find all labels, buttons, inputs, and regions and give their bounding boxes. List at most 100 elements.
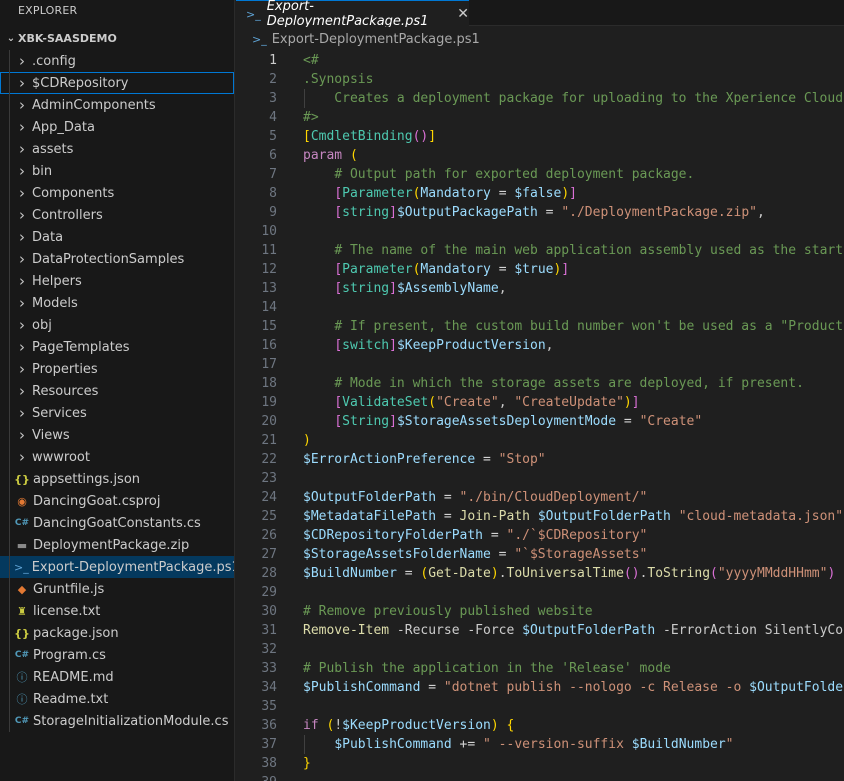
tree-item[interactable]: C# DancingGoatConstants.cs	[0, 512, 234, 534]
tree-item[interactable]: › assets	[0, 138, 234, 160]
code-text: [String]$StorageAssetsDeploymentMode = "…	[277, 412, 702, 431]
tree-item[interactable]: {} appsettings.json	[0, 468, 234, 490]
code-line[interactable]: 7 # Output path for exported deployment …	[236, 165, 844, 184]
indent-guide	[9, 424, 10, 446]
code-line[interactable]: 17	[236, 355, 844, 374]
code-line[interactable]: 11 # The name of the main web applicatio…	[236, 241, 844, 260]
tree-item[interactable]: {} package.json	[0, 622, 234, 644]
code-line[interactable]: 39	[236, 773, 844, 781]
code-line[interactable]: 2 .Synopsis	[236, 70, 844, 89]
code-token: "./`$CDRepository"	[506, 528, 648, 543]
breadcrumb-file[interactable]: Export-DeploymentPackage.ps1	[272, 32, 480, 47]
tree-item[interactable]: › wwwroot	[0, 446, 234, 468]
tree-item[interactable]: › App_Data	[0, 116, 234, 138]
breadcrumb[interactable]: >_ Export-DeploymentPackage.ps1	[236, 27, 844, 51]
code-token: Mandatory	[420, 186, 491, 201]
tree-item[interactable]: › .config	[0, 50, 234, 72]
chevron-right-icon: ›	[19, 448, 25, 466]
code-line[interactable]: 13 [string]$AssemblyName,	[236, 279, 844, 298]
code-text: $BuildNumber = (Get-Date).ToUniversalTim…	[277, 564, 835, 583]
code-token: -Recurse -Force	[389, 623, 523, 638]
code-token: Parameter	[342, 186, 413, 201]
code-text: [Parameter(Mandatory = $false)]	[277, 184, 577, 203]
code-editor[interactable]: 1 <# 2 .Synopsis 3 Creates a deployment pack…	[236, 51, 844, 781]
code-line[interactable]: 38}	[236, 754, 844, 773]
tree-item[interactable]: › PageTemplates	[0, 336, 234, 358]
code-line[interactable]: 6 param (	[236, 146, 844, 165]
tree-item[interactable]: › AdminComponents	[0, 94, 234, 116]
tree-item-label: .config	[32, 53, 76, 69]
tree-item[interactable]: ▬ DeploymentPackage.zip	[0, 534, 234, 556]
tree-item[interactable]: › Properties	[0, 358, 234, 380]
tree-item[interactable]: › Models	[0, 292, 234, 314]
chevron-right-icon: ›	[19, 404, 25, 422]
tree-item[interactable]: › Components	[0, 182, 234, 204]
tree-item-label: PageTemplates	[32, 339, 130, 355]
line-number: 33	[261, 661, 277, 676]
code-token: string	[342, 281, 390, 296]
code-line[interactable]: 8 [Parameter(Mandatory = $false)]	[236, 184, 844, 203]
code-line[interactable]: 12 [Parameter(Mandatory = $true)]	[236, 260, 844, 279]
code-line[interactable]: 15 # If present, the custom build number…	[236, 317, 844, 336]
tree-item[interactable]: C# StorageInitializationModule.cs	[0, 710, 234, 732]
code-line[interactable]: 23	[236, 469, 844, 488]
code-line[interactable]: 9 [string]$OutputPackagePath = "./Deploy…	[236, 203, 844, 222]
tree-item[interactable]: › $CDRepository	[0, 72, 234, 94]
tree-item[interactable]: › obj	[0, 314, 234, 336]
tree-item[interactable]: C# Program.cs	[0, 644, 234, 666]
indent-guide	[304, 89, 305, 108]
indent-guide	[9, 512, 10, 534]
code-line[interactable]: 28 $BuildNumber = (Get-Date).ToUniversalT…	[236, 564, 844, 583]
code-line[interactable]: 1 <#	[236, 51, 844, 70]
code-line[interactable]: 4 #>	[236, 108, 844, 127]
line-number: 14	[261, 300, 277, 315]
code-text: $ErrorActionPreference = "Stop"	[277, 450, 546, 469]
tree-item[interactable]: › DataProtectionSamples	[0, 248, 234, 270]
tree-item[interactable]: › Resources	[0, 380, 234, 402]
code-line[interactable]: 5 [CmdletBinding()]	[236, 127, 844, 146]
code-line[interactable]: 21)	[236, 431, 844, 450]
tree-item[interactable]: › Helpers	[0, 270, 234, 292]
code-line[interactable]: 37 $PublishCommand += " --version-suffix…	[236, 735, 844, 754]
tree-item[interactable]: › Views	[0, 424, 234, 446]
tab-export-deployment-package[interactable]: >_ Export-DeploymentPackage.ps1 ✕	[236, 0, 469, 29]
tree-item[interactable]: › Services	[0, 402, 234, 424]
code-line[interactable]: 32	[236, 640, 844, 659]
tree-item[interactable]: ♜ license.txt	[0, 600, 234, 622]
code-token: $MetadataFilePath	[303, 509, 437, 524]
code-line[interactable]: 24 $OutputFolderPath = "./bin/CloudDeploy…	[236, 488, 844, 507]
code-line[interactable]: 29	[236, 583, 844, 602]
code-line[interactable]: 20 [String]$StorageAssetsDeploymentMode …	[236, 412, 844, 431]
code-token: $OutputFolderPath	[749, 680, 844, 695]
code-line[interactable]: 34 $PublishCommand = "dotnet publish --no…	[236, 678, 844, 697]
explorer-root-folder[interactable]: ⌄ XBK-SAASDEMO	[0, 28, 234, 50]
code-line[interactable]: 35	[236, 697, 844, 716]
tree-item[interactable]: ◆ Gruntfile.js	[0, 578, 234, 600]
code-line[interactable]: 26 $CDRepositoryFolderPath = "./`$CDRepos…	[236, 526, 844, 545]
code-line[interactable]: 16 [switch]$KeepProductVersion,	[236, 336, 844, 355]
tree-item[interactable]: › bin	[0, 160, 234, 182]
code-token: =	[490, 186, 515, 201]
code-line[interactable]: 33 # Publish the application in the 'Rele…	[236, 659, 844, 678]
code-line[interactable]: 36 if (!$KeepProductVersion) {	[236, 716, 844, 735]
code-line[interactable]: 18 # Mode in which the storage assets ar…	[236, 374, 844, 393]
code-line[interactable]: 3 Creates a deployment package for uploa…	[236, 89, 844, 108]
code-line[interactable]: 14	[236, 298, 844, 317]
code-line[interactable]: 10	[236, 222, 844, 241]
tree-item[interactable]: ⓘ README.md	[0, 666, 234, 688]
tree-item[interactable]: ◉ DancingGoat.csproj	[0, 490, 234, 512]
code-line[interactable]: 31 Remove-Item -Recurse -Force $OutputFol…	[236, 621, 844, 640]
tree-item[interactable]: › Data	[0, 226, 234, 248]
code-line[interactable]: 27 $StorageAssetsFolderName = "`$StorageA…	[236, 545, 844, 564]
code-line[interactable]: 22 $ErrorActionPreference = "Stop"	[236, 450, 844, 469]
code-token: $ErrorActionPreference	[303, 452, 476, 467]
close-icon[interactable]: ✕	[457, 6, 469, 22]
code-token: Get-Date	[428, 566, 491, 581]
tree-item[interactable]: › Controllers	[0, 204, 234, 226]
code-line[interactable]: 19 [ValidateSet("Create", "CreateUpdate"…	[236, 393, 844, 412]
code-line[interactable]: 25 $MetadataFilePath = Join-Path $OutputF…	[236, 507, 844, 526]
tree-item[interactable]: >_ Export-DeploymentPackage.ps1	[0, 556, 234, 578]
code-line[interactable]: 30 # Remove previously published website	[236, 602, 844, 621]
code-token: [	[334, 414, 343, 429]
tree-item[interactable]: ⓘ Readme.txt	[0, 688, 234, 710]
